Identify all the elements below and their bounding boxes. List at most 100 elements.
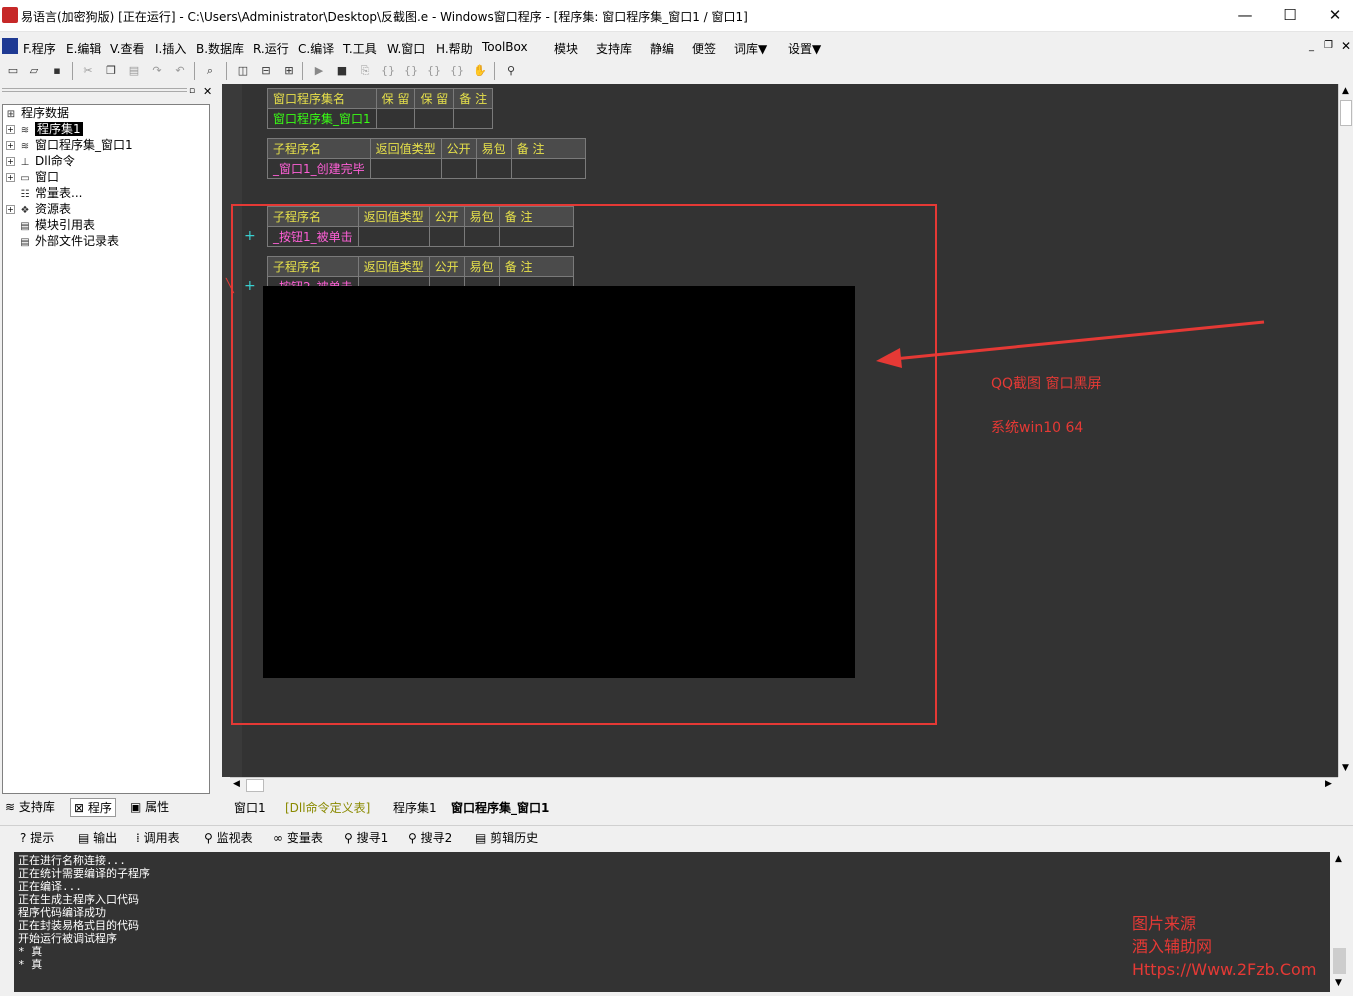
scroll-right-icon[interactable]: ▶ [1325,779,1332,789]
find-icon[interactable]: ⌕ [202,63,218,79]
tree-item[interactable]: + ▭ 窗口 [3,169,209,185]
expand-icon[interactable]: + [6,205,15,214]
tab-window1[interactable]: 窗口1 [234,799,266,816]
menu-notes[interactable]: 便签 [692,40,716,57]
menu-tools[interactable]: T.工具 [343,40,377,57]
tab-watch[interactable]: ⚲ 监视表 [204,829,253,846]
table-cell[interactable] [414,108,455,129]
tab-window-assembly[interactable]: 窗口程序集_窗口1 [451,799,549,816]
menu-window[interactable]: W.窗口 [387,40,425,57]
close-button[interactable]: ✕ [1312,0,1353,31]
menu-module[interactable]: 模块 [554,40,578,57]
redo-icon[interactable]: ↷ [149,63,165,79]
tab-clip-history[interactable]: ▤ 剪辑历史 [475,829,538,846]
undo-icon[interactable]: ↶ [172,63,188,79]
binoculars-icon[interactable]: ⚲ [503,63,519,79]
tab-output[interactable]: ▤ 输出 [78,829,117,846]
hand-icon[interactable]: ✋ [472,63,488,79]
menu-dictionary[interactable]: 词库▼ [734,40,767,57]
maximize-button[interactable]: ☐ [1267,0,1313,31]
tab-label: 搜寻1 [356,831,389,845]
menu-help[interactable]: H.帮助 [436,40,473,57]
copy-icon[interactable]: ❐ [103,63,119,79]
expand-icon[interactable]: + [6,157,15,166]
mdi-close-icon[interactable]: ✕ [1341,39,1351,53]
output-scrollbar[interactable]: ▲ ▼ [1331,852,1349,992]
menu-insert[interactable]: I.插入 [155,40,186,57]
assembly-name[interactable]: 窗口程序集_窗口1 [267,108,377,129]
menu-edit[interactable]: E.编辑 [66,40,101,57]
tab-call-stack[interactable]: ⁞ 调用表 [136,829,180,846]
scroll-thumb[interactable] [246,779,264,792]
scroll-left-icon[interactable]: ◀ [233,779,240,789]
tab-assembly1[interactable]: 程序集1 [393,799,437,816]
table-cell[interactable] [375,108,416,129]
run-icon[interactable]: ▶ [311,63,327,79]
layout-left-icon[interactable]: ◫ [235,63,251,79]
tab-dll-definitions[interactable]: [Dll命令定义表] [285,799,370,816]
tree-item[interactable]: ▤ 外部文件记录表 [3,233,209,249]
cut-icon[interactable]: ✂ [80,63,96,79]
tab-properties[interactable]: ▣ 属性 [130,798,169,815]
paste-icon[interactable]: ▤ [126,63,142,79]
menu-settings[interactable]: 设置▼ [788,40,821,57]
expand-icon[interactable]: + [6,173,15,182]
panel-float-icon[interactable]: ▫ [189,86,195,96]
menu-program[interactable]: F.程序 [23,40,56,57]
mdi-restore-icon[interactable]: ❐ [1324,40,1333,51]
search-icon: ⚲ [408,831,417,845]
tree-item[interactable]: ▤ 模块引用表 [3,217,209,233]
menu-static-compile[interactable]: 静编 [650,40,674,57]
mdi-minimize-icon[interactable]: _ [1309,41,1314,52]
tab-program[interactable]: ⊠ 程序 [70,798,116,817]
step-over-icon[interactable]: {} [403,63,419,79]
scroll-down-icon[interactable]: ▼ [1335,978,1342,988]
tab-hint[interactable]: ? 提示 [20,829,54,846]
minimize-button[interactable]: — [1222,0,1268,31]
table-cell[interactable] [475,158,512,179]
tab-search1[interactable]: ⚲ 搜寻1 [344,829,388,846]
tab-variables[interactable]: ∞ 变量表 [273,829,323,846]
tree-item[interactable]: ☷ 常量表... [3,185,209,201]
scroll-down-icon[interactable]: ▼ [1342,763,1349,773]
expand-icon[interactable]: + [6,125,15,134]
menu-view[interactable]: V.查看 [110,40,144,57]
tree-item[interactable]: + ⊥ Dll命令 [3,153,209,169]
tree-root[interactable]: ⊞ 程序数据 [3,105,209,121]
scroll-up-icon[interactable]: ▲ [1342,86,1349,96]
new-file-icon[interactable]: ▭ [5,63,21,79]
layout-grid-icon[interactable]: ⊞ [281,63,297,79]
menu-run[interactable]: R.运行 [253,40,289,57]
table-cell[interactable] [510,158,586,179]
step-out-icon[interactable]: {} [426,63,442,79]
scroll-thumb[interactable] [1340,100,1352,126]
run-to-cursor-icon[interactable]: {} [449,63,465,79]
menu-support-lib[interactable]: 支持库 [596,40,632,57]
scroll-up-icon[interactable]: ▲ [1335,854,1342,864]
subroutine-name[interactable]: _窗口1_创建完毕 [267,158,371,179]
menu-toolbox[interactable]: ToolBox [482,40,528,54]
menu-database[interactable]: B.数据库 [196,40,244,57]
layout-top-icon[interactable]: ⊟ [258,63,274,79]
panel-grip[interactable] [2,88,187,92]
step-icon[interactable]: ⎘ [357,63,373,79]
table-cell[interactable] [369,158,442,179]
scroll-thumb[interactable] [1333,948,1346,974]
panel-close-icon[interactable]: ✕ [203,85,212,98]
clipboard-icon: ▤ [475,831,487,845]
expand-icon[interactable]: + [6,141,15,150]
tree-item[interactable]: + ≋ 程序集1 [3,121,209,137]
tab-support-lib[interactable]: ≋ 支持库 [5,798,55,815]
save-icon[interactable]: ▪ [49,63,65,79]
table-cell[interactable] [453,108,494,129]
tree-item[interactable]: + ❖ 资源表 [3,201,209,217]
stop-icon[interactable]: ■ [334,63,350,79]
editor-horizontal-scrollbar[interactable]: ◀ ▶ [230,777,1338,793]
table-cell[interactable] [440,158,477,179]
tree-item[interactable]: + ≋ 窗口程序集_窗口1 [3,137,209,153]
open-folder-icon[interactable]: ▱ [26,63,42,79]
step-into-icon[interactable]: {} [380,63,396,79]
tab-search2[interactable]: ⚲ 搜寻2 [408,829,452,846]
editor-vertical-scrollbar[interactable]: ▲ ▼ [1338,84,1353,777]
menu-compile[interactable]: C.编译 [298,40,334,57]
